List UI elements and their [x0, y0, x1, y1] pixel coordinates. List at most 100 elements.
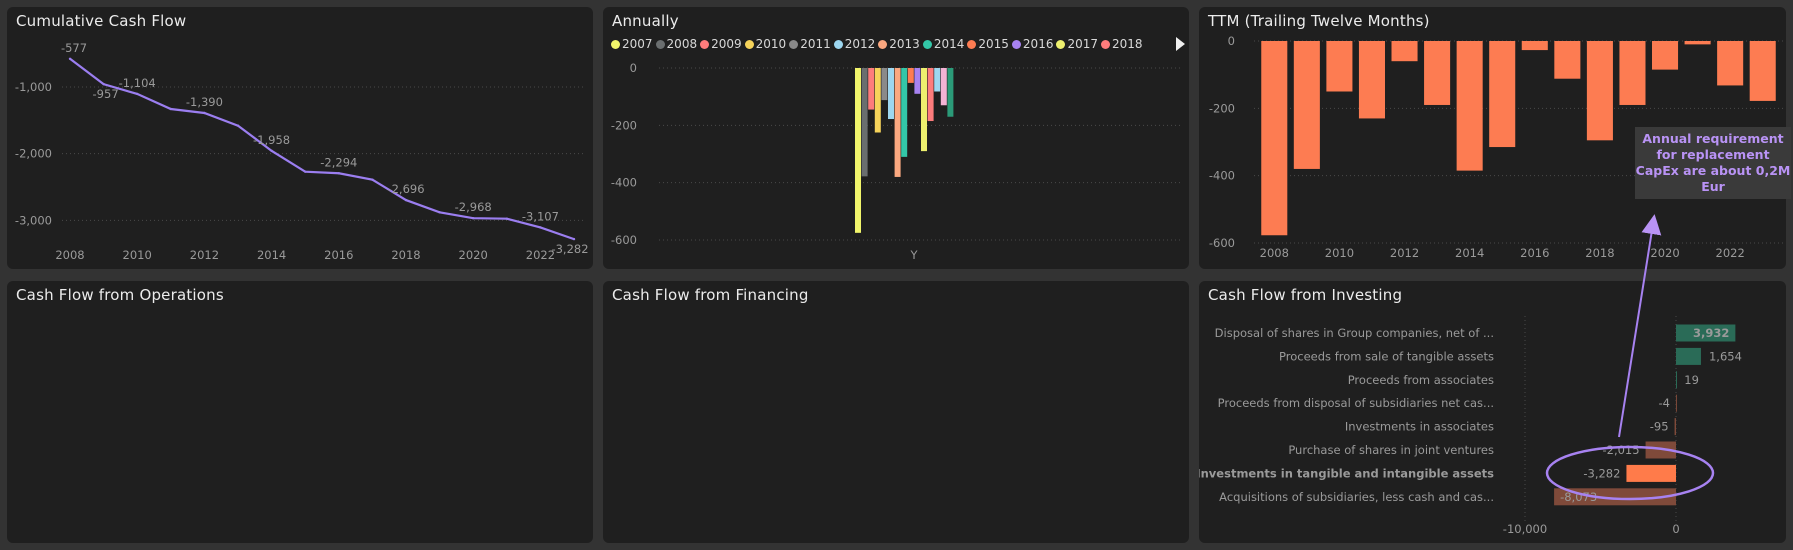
annually-legend[interactable]: 2007 2008 2009 2010 2011 2012 2013 2014 2015 2016…	[611, 37, 1146, 51]
ttm-bar-2018	[1586, 41, 1613, 141]
bar-2012	[888, 68, 894, 120]
x-tick-label: -10,000	[1503, 522, 1547, 536]
panel-title: Cash Flow from Investing	[1208, 286, 1403, 304]
category-label: Investments in tangible and intangible a…	[1199, 466, 1494, 480]
value-label: -8,073	[1560, 490, 1597, 504]
x-tick-label: 2016	[324, 248, 353, 262]
bar-2016	[914, 68, 921, 94]
data-point	[371, 178, 374, 181]
data-point	[337, 172, 340, 175]
legend-swatch	[700, 40, 710, 49]
ttm-bar-2016	[1521, 41, 1548, 51]
legend-next-arrow-icon[interactable]	[1176, 37, 1185, 51]
x-tick-label: 2014	[1455, 246, 1484, 260]
legend-item-2017[interactable]: 2017	[1056, 37, 1098, 51]
legend-label: 2008	[666, 37, 698, 51]
legend-label: 2017	[1067, 37, 1099, 51]
x-tick-label: 2014	[257, 248, 286, 262]
x-tick-label: 2008	[1260, 246, 1289, 260]
legend-swatch	[922, 40, 932, 49]
x-tick-label: 2020	[1650, 246, 1679, 260]
data-point	[102, 82, 105, 86]
bar-2013	[894, 68, 901, 177]
value-label: -4	[1658, 396, 1669, 410]
legend-item-2007[interactable]: 2007	[611, 37, 653, 51]
data-label: -3,282	[551, 242, 588, 256]
bar-2019	[934, 68, 941, 92]
x-tick-label: 2008	[55, 248, 84, 262]
x-tick-label: 2012	[1390, 246, 1419, 260]
panel-title: TTM (Trailing Twelve Months)	[1208, 12, 1430, 30]
x-tick-label: 2016	[1520, 246, 1549, 260]
ttm-bar-2013	[1424, 41, 1451, 105]
y-tick-label: 0	[1228, 34, 1235, 48]
legend-item-2009[interactable]: 2009	[700, 37, 742, 51]
data-label: -2,294	[320, 155, 357, 169]
legend-swatch	[1011, 40, 1021, 49]
ttm-bar-2017	[1554, 41, 1581, 79]
data-label: -1,390	[186, 95, 223, 109]
cumulative-line-chart[interactable]: -1,000 -2,000 -3,000 2008 2010 2012 2014 2016 20…	[7, 7, 593, 269]
investing-panel[interactable]: Cash Flow from Investing Disposal of sha…	[1199, 281, 1786, 543]
panel-title: Annually	[612, 12, 679, 30]
panel-title: Cumulative Cash Flow	[16, 12, 187, 30]
value-label: -95	[1650, 420, 1669, 434]
cumulative-cash-flow-panel[interactable]: Cumulative Cash Flow -1,000 -2,000 -3,000 2…	[7, 7, 593, 269]
value-label: 3,932	[1693, 326, 1729, 340]
legend-item-2015[interactable]: 2015	[967, 37, 1009, 51]
bar-2017	[921, 68, 927, 152]
financing-panel[interactable]: Cash Flow from Financing	[603, 281, 1189, 543]
legend-label: 2016	[1022, 37, 1054, 51]
category-label: Purchase of shares in joint ventures	[1288, 443, 1494, 457]
data-point	[169, 107, 172, 111]
data-point	[404, 198, 408, 202]
legend-item-2010[interactable]: 2010	[744, 37, 786, 51]
legend-label: 2015	[978, 37, 1009, 51]
legend-swatch	[744, 40, 754, 49]
legend-item-2008[interactable]: 2008	[655, 37, 698, 51]
data-label: -577	[61, 41, 87, 55]
category-label: Proceeds from associates	[1348, 373, 1494, 387]
data-point	[270, 149, 273, 153]
ttm-bar-2010	[1326, 41, 1353, 92]
data-point	[203, 111, 206, 115]
y-tick-label: -2,000	[15, 147, 52, 161]
legend-item-2016[interactable]: 2016	[1011, 37, 1054, 51]
legend-item-2011[interactable]: 2011	[789, 37, 831, 51]
bar-2015	[907, 68, 914, 83]
ttm-bar-2014	[1456, 41, 1483, 171]
legend-item-2018[interactable]: 2018	[1101, 37, 1143, 51]
ttm-bar-2011	[1358, 41, 1385, 119]
investing-bar-chart[interactable]: Disposal of shares in Group companies, n…	[1199, 281, 1786, 543]
x-tick-label: 2020	[459, 248, 488, 262]
value-label: 19	[1684, 373, 1699, 387]
legend-label: 2012	[844, 37, 876, 51]
x-tick-label: 0	[1672, 522, 1679, 536]
legend-swatch	[1101, 40, 1111, 49]
legend-swatch	[967, 40, 977, 49]
y-tick-label: -600	[611, 233, 637, 247]
legend-swatch	[789, 40, 799, 49]
data-point	[472, 217, 475, 220]
ttm-bar-2015	[1489, 41, 1516, 148]
legend-swatch	[611, 40, 620, 49]
data-label: -957	[93, 87, 119, 101]
operations-panel[interactable]: Cash Flow from Operations	[7, 281, 593, 543]
data-label: -2,696	[387, 182, 424, 196]
annually-panel[interactable]: Annually 2007 2008 2009 2010 2011 2012 2013 201…	[603, 7, 1189, 269]
category-label: Investments in associates	[1345, 420, 1494, 434]
legend-item-2014[interactable]: 2014	[922, 37, 964, 51]
legend-label: 2011	[800, 37, 831, 51]
value-label: 1,654	[1709, 349, 1742, 363]
data-point	[539, 226, 542, 229]
data-point	[136, 92, 139, 96]
y-tick-label: -200	[611, 118, 637, 132]
investing-bar	[1626, 464, 1676, 482]
x-tick-label: 2018	[391, 248, 420, 262]
x-tick-label: 2018	[1585, 246, 1614, 260]
legend-item-2013[interactable]: 2013	[878, 37, 920, 51]
legend-item-2012[interactable]: 2012	[833, 37, 876, 51]
x-tick-label: 2010	[1325, 246, 1354, 260]
ttm-bar-2019	[1619, 41, 1646, 105]
investing-bar	[1676, 371, 1677, 389]
